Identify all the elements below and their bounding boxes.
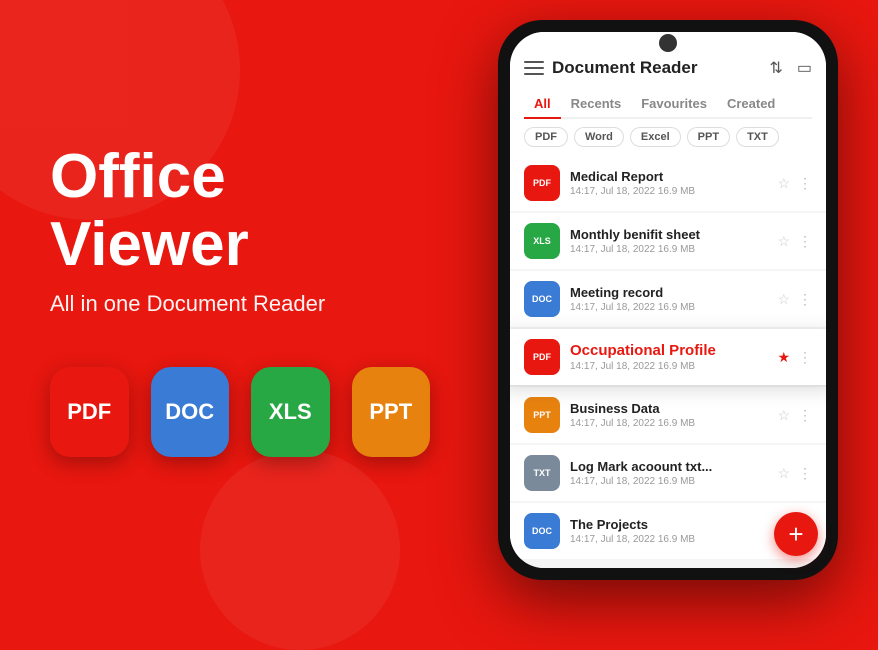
- badge-pdf-highlighted: PDF: [524, 339, 560, 375]
- pdf-icon-box: PDF: [50, 367, 129, 457]
- badge-doc: DOC: [524, 281, 560, 317]
- file-actions: ☆ ⋮: [777, 175, 812, 192]
- badge-ppt: PPT: [524, 397, 560, 433]
- left-panel: Office Viewer All in one Document Reader…: [0, 0, 480, 600]
- filter-txt[interactable]: TXT: [736, 127, 779, 147]
- xls-label: XLS: [269, 399, 312, 425]
- sort-icon[interactable]: ⇅: [769, 58, 782, 78]
- more-icon[interactable]: ⋮: [798, 291, 812, 308]
- star-icon[interactable]: ☆: [777, 175, 790, 192]
- file-name: Monthly benifit sheet: [570, 227, 767, 242]
- file-meta: 14:17, Jul 18, 2022 16.9 MB: [570, 418, 767, 429]
- list-item[interactable]: DOC Meeting record 14:17, Jul 18, 2022 1…: [510, 271, 826, 327]
- file-list: PDF Medical Report 14:17, Jul 18, 2022 1…: [510, 155, 826, 568]
- filter-excel[interactable]: Excel: [630, 127, 681, 147]
- file-meta: 14:17, Jul 18, 2022 16.9 MB: [570, 361, 767, 372]
- badge-xls: XLS: [524, 223, 560, 259]
- file-meta: 14:17, Jul 18, 2022 16.9 MB: [570, 302, 767, 313]
- filter-ppt[interactable]: PPT: [687, 127, 730, 147]
- tab-created[interactable]: Created: [717, 90, 785, 117]
- star-icon[interactable]: ☆: [777, 465, 790, 482]
- fab-add-button[interactable]: +: [774, 512, 818, 556]
- ppt-label: PPT: [369, 399, 412, 425]
- more-icon[interactable]: ⋮: [798, 407, 812, 424]
- file-actions: ★ ⋮: [777, 349, 812, 366]
- file-info: Log Mark acoount txt... 14:17, Jul 18, 2…: [570, 459, 767, 487]
- file-info: Meeting record 14:17, Jul 18, 2022 16.9 …: [570, 285, 767, 313]
- file-meta: 14:17, Jul 18, 2022 16.9 MB: [570, 244, 767, 255]
- tab-recents[interactable]: Recents: [561, 90, 632, 117]
- phone-wrapper: Document Reader ⇅ ▭ All Recents Fav: [488, 20, 848, 590]
- file-meta: 14:17, Jul 18, 2022 16.9 MB: [570, 186, 767, 197]
- file-name: Business Data: [570, 401, 767, 416]
- star-icon[interactable]: ☆: [777, 233, 790, 250]
- app-subtitle: All in one Document Reader: [50, 291, 430, 317]
- file-info: The Projects 14:17, Jul 18, 2022 16.9 MB: [570, 517, 767, 545]
- doc-label: DOC: [165, 399, 214, 425]
- more-icon[interactable]: ⋮: [798, 465, 812, 482]
- phone-screen: Document Reader ⇅ ▭ All Recents Fav: [510, 32, 826, 568]
- header-icons: ⇅ ▭: [769, 58, 812, 78]
- filter-word[interactable]: Word: [574, 127, 624, 147]
- file-meta: 14:17, Jul 18, 2022 16.9 MB: [570, 534, 767, 545]
- file-info: Occupational Profile 14:17, Jul 18, 2022…: [570, 342, 767, 372]
- header-top: Document Reader ⇅ ▭: [524, 58, 812, 78]
- star-icon[interactable]: ☆: [777, 407, 790, 424]
- folder-icon[interactable]: ▭: [797, 58, 812, 78]
- file-name-highlighted: Occupational Profile: [570, 342, 767, 359]
- doc-icon-box: DOC: [151, 367, 230, 457]
- star-icon-active[interactable]: ★: [777, 349, 790, 366]
- more-icon[interactable]: ⋮: [798, 349, 812, 366]
- header-title: Document Reader: [552, 58, 769, 78]
- list-item[interactable]: TXT Log Mark acoount txt... 14:17, Jul 1…: [510, 445, 826, 501]
- file-meta: 14:17, Jul 18, 2022 16.9 MB: [570, 476, 767, 487]
- file-actions: ☆ ⋮: [777, 407, 812, 424]
- more-icon[interactable]: ⋮: [798, 175, 812, 192]
- file-info: Business Data 14:17, Jul 18, 2022 16.9 M…: [570, 401, 767, 429]
- phone-notch: [659, 34, 677, 52]
- list-item[interactable]: XLS Monthly benifit sheet 14:17, Jul 18,…: [510, 213, 826, 269]
- badge-txt: TXT: [524, 455, 560, 491]
- file-info: Medical Report 14:17, Jul 18, 2022 16.9 …: [570, 169, 767, 197]
- badge-pdf: PDF: [524, 165, 560, 201]
- phone-frame: Document Reader ⇅ ▭ All Recents Fav: [498, 20, 838, 580]
- file-actions: ☆ ⋮: [777, 465, 812, 482]
- file-name: Meeting record: [570, 285, 767, 300]
- file-actions: ☆ ⋮: [777, 291, 812, 308]
- fab-plus-icon: +: [788, 519, 803, 550]
- hamburger-icon[interactable]: [524, 61, 544, 75]
- file-name: Medical Report: [570, 169, 767, 184]
- icon-row: PDF DOC XLS PPT: [50, 367, 430, 457]
- xls-icon-box: XLS: [251, 367, 330, 457]
- tab-all[interactable]: All: [524, 90, 561, 117]
- tab-favourites[interactable]: Favourites: [631, 90, 717, 117]
- pdf-label: PDF: [67, 399, 111, 425]
- tabs-row: All Recents Favourites Created: [524, 90, 812, 119]
- file-actions: ☆ ⋮: [777, 233, 812, 250]
- ppt-icon-box: PPT: [352, 367, 431, 457]
- badge-doc: DOC: [524, 513, 560, 549]
- more-icon[interactable]: ⋮: [798, 233, 812, 250]
- list-item[interactable]: PPT Business Data 14:17, Jul 18, 2022 16…: [510, 387, 826, 443]
- app-title: Office Viewer: [50, 143, 430, 279]
- list-item[interactable]: PDF Medical Report 14:17, Jul 18, 2022 1…: [510, 155, 826, 211]
- file-info: Monthly benifit sheet 14:17, Jul 18, 202…: [570, 227, 767, 255]
- filter-row: PDF Word Excel PPT TXT: [510, 119, 826, 155]
- file-name: The Projects: [570, 517, 767, 532]
- file-name: Log Mark acoount txt...: [570, 459, 767, 474]
- filter-pdf[interactable]: PDF: [524, 127, 568, 147]
- list-item-highlighted[interactable]: PDF Occupational Profile 14:17, Jul 18, …: [510, 329, 826, 385]
- star-icon[interactable]: ☆: [777, 291, 790, 308]
